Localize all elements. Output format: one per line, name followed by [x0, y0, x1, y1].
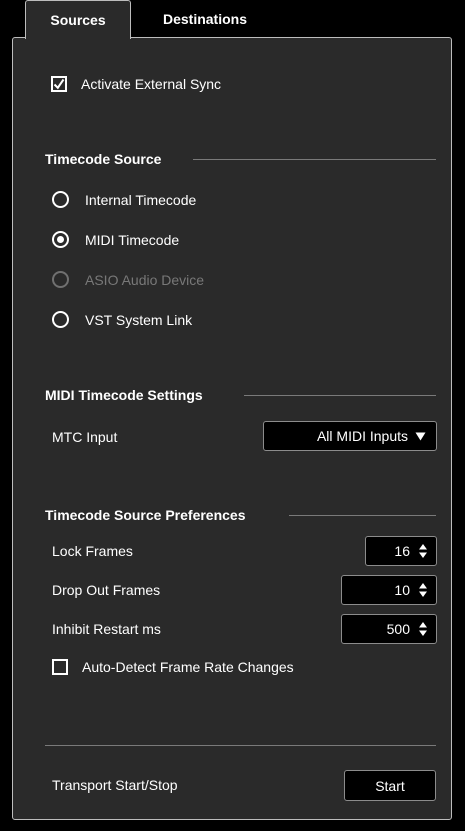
radio-label: Internal Timecode	[85, 191, 197, 208]
radio-label: ASIO Audio Device	[85, 271, 205, 288]
preferences-divider	[289, 515, 436, 516]
midi-timecode-settings-heading: MIDI Timecode Settings	[45, 387, 203, 403]
radio-button[interactable]	[52, 311, 69, 328]
tab-connector	[26, 36, 128, 39]
inhibit-restart-value: 500	[386, 621, 410, 637]
radio-vst-system-link[interactable]: VST System Link	[52, 311, 192, 328]
start-button-label: Start	[375, 777, 405, 794]
radio-selected-dot	[57, 236, 64, 243]
inhibit-restart-label: Inhibit Restart ms	[52, 621, 161, 637]
midi-settings-divider	[244, 395, 436, 396]
timecode-preferences-heading: Timecode Source Preferences	[45, 507, 246, 523]
mtc-input-dropdown[interactable]: All MIDI Inputs	[263, 421, 437, 451]
radio-button[interactable]	[52, 191, 69, 208]
tab-destinations[interactable]: Destinations	[130, 0, 280, 38]
lock-frames-value: 16	[394, 543, 410, 559]
tab-sources-label: Sources	[50, 12, 106, 28]
lock-frames-label: Lock Frames	[52, 543, 133, 559]
transport-start-stop-label: Transport Start/Stop	[52, 777, 178, 793]
inhibit-restart-spinbox[interactable]: 500	[341, 614, 437, 644]
mtc-input-value: All MIDI Inputs	[316, 428, 408, 444]
spinner-arrows-icon[interactable]	[418, 621, 428, 637]
activate-sync-label: Activate External Sync	[81, 76, 222, 92]
radio-internal-timecode[interactable]: Internal Timecode	[52, 191, 196, 208]
drop-out-frames-spinbox[interactable]: 10	[341, 575, 437, 605]
mtc-input-label: MTC Input	[52, 429, 118, 445]
auto-detect-checkbox[interactable]	[52, 659, 68, 675]
timecode-source-divider	[193, 159, 436, 160]
radio-midi-timecode[interactable]: MIDI Timecode	[52, 231, 179, 248]
checkmark-icon	[53, 78, 65, 90]
transport-start-button[interactable]: Start	[344, 770, 436, 801]
timecode-source-heading: Timecode Source	[45, 151, 162, 167]
radio-label: MIDI Timecode	[85, 231, 180, 248]
transport-divider	[45, 745, 436, 746]
radio-button	[52, 271, 69, 288]
radio-button[interactable]	[52, 231, 69, 248]
tab-sources[interactable]: Sources	[25, 0, 131, 39]
activate-sync-checkbox[interactable]	[51, 76, 67, 92]
auto-detect-label: Auto-Detect Frame Rate Changes	[82, 659, 294, 675]
spinner-arrows-icon[interactable]	[418, 543, 428, 559]
radio-label: VST System Link	[85, 311, 193, 328]
tab-destinations-label: Destinations	[162, 11, 247, 27]
spinner-arrows-icon[interactable]	[418, 582, 428, 598]
drop-out-frames-value: 10	[394, 582, 410, 598]
activate-sync-row[interactable]: Activate External Sync	[51, 76, 221, 92]
auto-detect-row[interactable]: Auto-Detect Frame Rate Changes	[52, 659, 294, 675]
chevron-down-icon	[415, 432, 426, 440]
radio-asio-audio-device: ASIO Audio Device	[52, 271, 204, 288]
drop-out-frames-label: Drop Out Frames	[52, 582, 161, 598]
lock-frames-spinbox[interactable]: 16	[365, 536, 437, 566]
